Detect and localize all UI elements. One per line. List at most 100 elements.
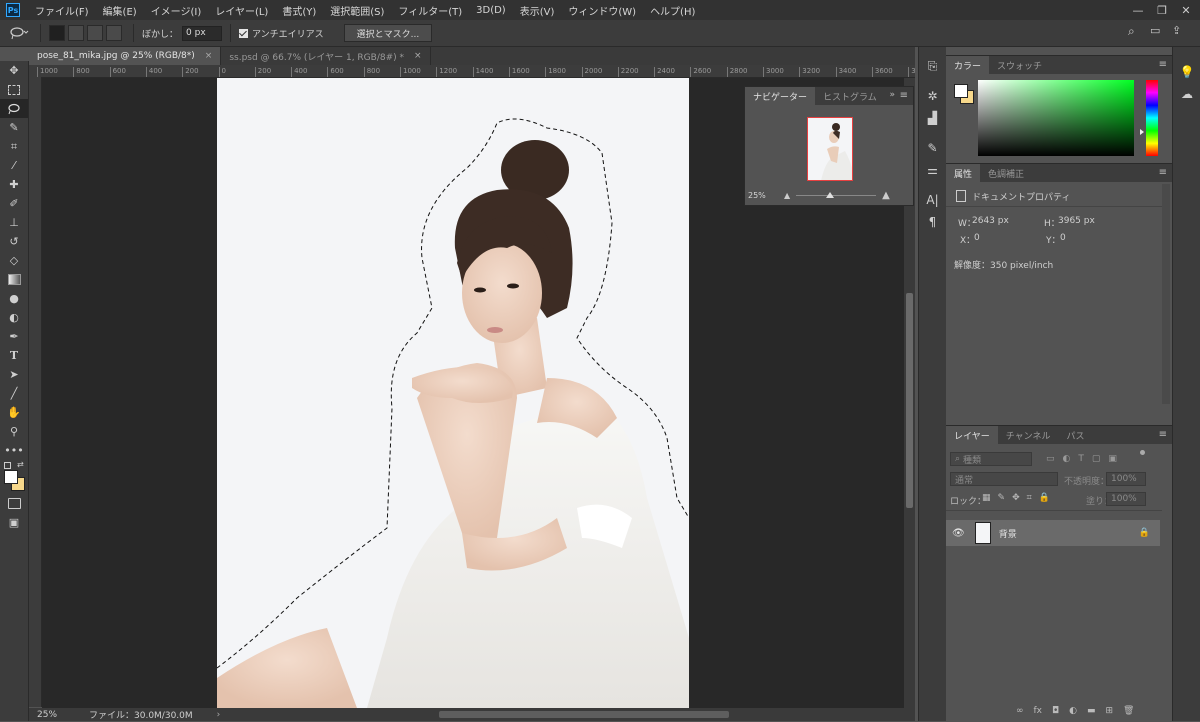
document-image[interactable] xyxy=(217,78,689,708)
zoom-in-icon[interactable]: ▲ xyxy=(882,190,890,201)
menu-select[interactable]: 選択範囲(S) xyxy=(323,3,391,18)
navigator-zoom-value[interactable]: 25% xyxy=(748,191,784,200)
panel-menu-icon[interactable]: ≡ xyxy=(1159,429,1167,440)
feather-input[interactable] xyxy=(182,25,223,41)
hue-marker-icon[interactable] xyxy=(1140,129,1144,135)
new-group-icon[interactable]: ▬ xyxy=(1087,706,1096,716)
color-swatches[interactable]: ⇄ xyxy=(0,460,28,494)
y-value[interactable]: 0 xyxy=(1060,233,1066,243)
lock-all-icon[interactable]: 🔒 xyxy=(1039,493,1050,503)
x-value[interactable]: 0 xyxy=(974,233,980,243)
default-colors-icon[interactable] xyxy=(4,462,11,469)
character-panel-icon[interactable]: A| xyxy=(919,189,946,211)
filter-shape-icon[interactable]: ▢ xyxy=(1092,454,1101,464)
close-tab-icon[interactable]: × xyxy=(205,51,213,61)
lock-transparent-icon[interactable]: ▦ xyxy=(982,493,991,503)
dodge-tool-icon[interactable]: ◐ xyxy=(0,308,28,327)
move-tool-icon[interactable]: ✥ xyxy=(0,61,28,80)
path-selection-tool-icon[interactable]: ➤ xyxy=(0,365,28,384)
height-value[interactable]: 3965 px xyxy=(1058,216,1095,226)
new-layer-icon[interactable]: ⊞ xyxy=(1106,706,1114,716)
tab-adjustments[interactable]: 色調補正 xyxy=(980,164,1032,182)
filter-type-icon[interactable]: T xyxy=(1078,454,1084,464)
zoom-slider[interactable] xyxy=(796,191,877,198)
lock-position-icon[interactable]: ✥ xyxy=(1012,493,1020,503)
zoom-tool-icon[interactable]: ⚲ xyxy=(0,422,28,441)
visibility-eye-icon[interactable]: 👁 xyxy=(952,528,965,539)
width-value[interactable]: 2643 px xyxy=(972,216,1009,226)
navigator-thumbnail[interactable] xyxy=(807,117,853,181)
tab-swatches[interactable]: スウォッチ xyxy=(989,56,1050,74)
status-zoom[interactable]: 25% xyxy=(37,710,77,720)
paragraph-panel-icon[interactable]: ¶ xyxy=(919,211,946,233)
lock-image-icon[interactable]: ✎ xyxy=(998,493,1006,503)
menu-filter[interactable]: フィルター(T) xyxy=(391,3,469,18)
menu-window[interactable]: ウィンドウ(W) xyxy=(561,3,643,18)
foreground-color-swatch[interactable] xyxy=(4,470,18,484)
opacity-input[interactable]: 100% xyxy=(1106,472,1146,486)
menu-help[interactable]: ヘルプ(H) xyxy=(643,3,702,18)
menu-edit[interactable]: 編集(E) xyxy=(96,3,144,18)
properties-scrollbar[interactable] xyxy=(1162,184,1170,404)
menu-file[interactable]: ファイル(F) xyxy=(28,3,96,18)
panel-menu-icon[interactable]: ≡ xyxy=(900,90,908,101)
close-tab-icon[interactable]: × xyxy=(414,51,422,61)
swap-colors-icon[interactable]: ⇄ xyxy=(17,460,24,469)
horizontal-scrollbar-thumb[interactable] xyxy=(439,711,729,718)
scrollbar-thumb[interactable] xyxy=(906,293,913,508)
tab-paths[interactable]: パス xyxy=(1058,426,1092,444)
new-selection-button[interactable] xyxy=(49,25,65,41)
history-panel-icon[interactable]: ⎘ xyxy=(919,55,946,77)
add-mask-icon[interactable]: ◘ xyxy=(1052,706,1059,716)
add-selection-button[interactable] xyxy=(68,25,84,41)
layer-name[interactable]: 背景 xyxy=(999,527,1017,540)
quick-mask-icon[interactable] xyxy=(0,494,28,513)
share-icon[interactable]: ⇪ xyxy=(1172,24,1181,37)
adjustments-panel-icon[interactable]: ⚌ xyxy=(919,159,946,181)
tab-ss-psd[interactable]: ss.psd @ 66.7% (レイヤー 1, RGB/8#) * × xyxy=(221,47,431,65)
blur-tool-icon[interactable]: ● xyxy=(0,289,28,308)
eyedropper-tool-icon[interactable]: ⁄ xyxy=(0,156,28,175)
filter-toggle-icon[interactable] xyxy=(1140,450,1145,455)
foreground-color-chip[interactable] xyxy=(954,84,968,98)
color-field[interactable] xyxy=(978,80,1134,156)
filter-smart-icon[interactable]: ▣ xyxy=(1108,454,1117,464)
screen-mode-icon[interactable]: ▣ xyxy=(0,513,28,532)
type-tool-icon[interactable]: T xyxy=(0,346,28,365)
workspace-icon[interactable]: ▭ xyxy=(1150,24,1160,37)
libraries-panel-icon[interactable]: ☁ xyxy=(1173,83,1200,105)
clone-stamp-tool-icon[interactable]: ⊥ xyxy=(0,213,28,232)
blend-mode-dropdown[interactable]: 通常 xyxy=(950,472,1058,486)
layer-thumbnail[interactable] xyxy=(974,522,991,544)
tab-properties[interactable]: 属性 xyxy=(946,164,981,182)
brush-tool-icon[interactable]: ✐ xyxy=(0,194,28,213)
brush-panel-icon[interactable]: ✎ xyxy=(919,137,946,159)
histogram-panel-icon[interactable]: ▟ xyxy=(919,107,946,129)
lasso-tool-icon[interactable] xyxy=(0,99,28,118)
hand-tool-icon[interactable]: ✋ xyxy=(0,403,28,422)
lasso-preset-icon[interactable] xyxy=(6,23,32,43)
new-adjustment-icon[interactable]: ◐ xyxy=(1069,706,1077,716)
search-icon[interactable]: ⌕ xyxy=(1128,24,1135,39)
history-brush-tool-icon[interactable]: ↺ xyxy=(0,232,28,251)
tab-channels[interactable]: チャンネル xyxy=(998,426,1059,444)
menu-layer[interactable]: レイヤー(L) xyxy=(208,3,275,18)
line-tool-icon[interactable]: ╱ xyxy=(0,384,28,403)
crop-tool-icon[interactable]: ⌗ xyxy=(0,137,28,156)
close-window-button[interactable]: ✕ xyxy=(1174,0,1198,20)
select-and-mask-button[interactable]: 選択とマスク... xyxy=(343,24,433,42)
restore-button[interactable]: ❐ xyxy=(1150,0,1174,20)
learn-panel-icon[interactable]: 💡 xyxy=(1173,61,1200,83)
tab-pose-81-mika[interactable]: pose_81_mika.jpg @ 25% (RGB/8*) × xyxy=(29,47,222,65)
layer-style-icon[interactable]: fx xyxy=(1034,706,1043,716)
minimize-button[interactable]: — xyxy=(1126,0,1150,20)
tab-histogram[interactable]: ヒストグラム xyxy=(815,87,885,105)
delete-layer-icon[interactable]: 🗑 xyxy=(1123,706,1134,716)
panel-menu-icon[interactable]: ≡ xyxy=(1159,167,1167,178)
filter-adjustment-icon[interactable]: ◐ xyxy=(1063,454,1071,464)
view-box-indicator[interactable] xyxy=(807,117,853,181)
quick-select-tool-icon[interactable]: ✎ xyxy=(0,118,28,137)
intersect-selection-button[interactable] xyxy=(106,25,122,41)
hue-slider[interactable] xyxy=(1146,80,1158,156)
gradient-tool-icon[interactable] xyxy=(0,270,28,289)
